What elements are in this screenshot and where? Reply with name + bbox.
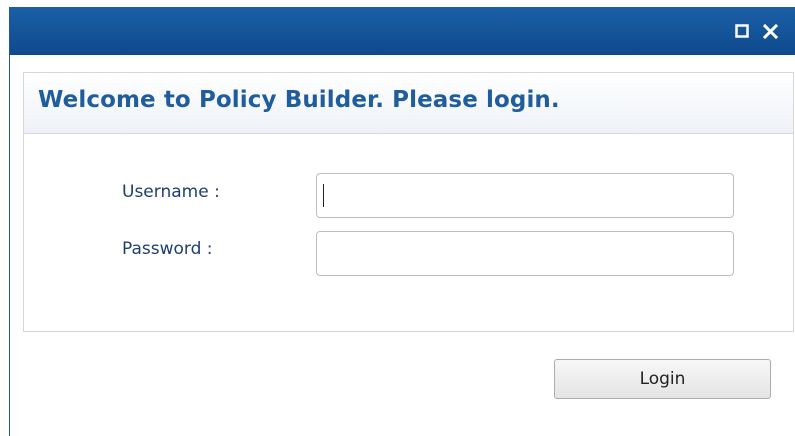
login-panel-header: Welcome to Policy Builder. Please login. bbox=[24, 73, 793, 134]
password-input[interactable] bbox=[316, 231, 734, 276]
username-input[interactable] bbox=[316, 173, 734, 218]
username-label: Username : bbox=[122, 182, 220, 202]
close-icon bbox=[762, 23, 778, 39]
maximize-button[interactable] bbox=[731, 19, 753, 43]
maximize-icon bbox=[735, 24, 749, 38]
close-button[interactable] bbox=[759, 19, 781, 43]
text-cursor bbox=[323, 184, 324, 207]
login-dialog: Welcome to Policy Builder. Please login.… bbox=[9, 7, 795, 436]
login-button[interactable]: Login bbox=[554, 359, 771, 399]
login-title: Welcome to Policy Builder. Please login. bbox=[38, 87, 560, 113]
dialog-titlebar bbox=[10, 7, 795, 55]
password-label: Password : bbox=[122, 239, 213, 259]
login-panel: Welcome to Policy Builder. Please login.… bbox=[23, 72, 794, 332]
